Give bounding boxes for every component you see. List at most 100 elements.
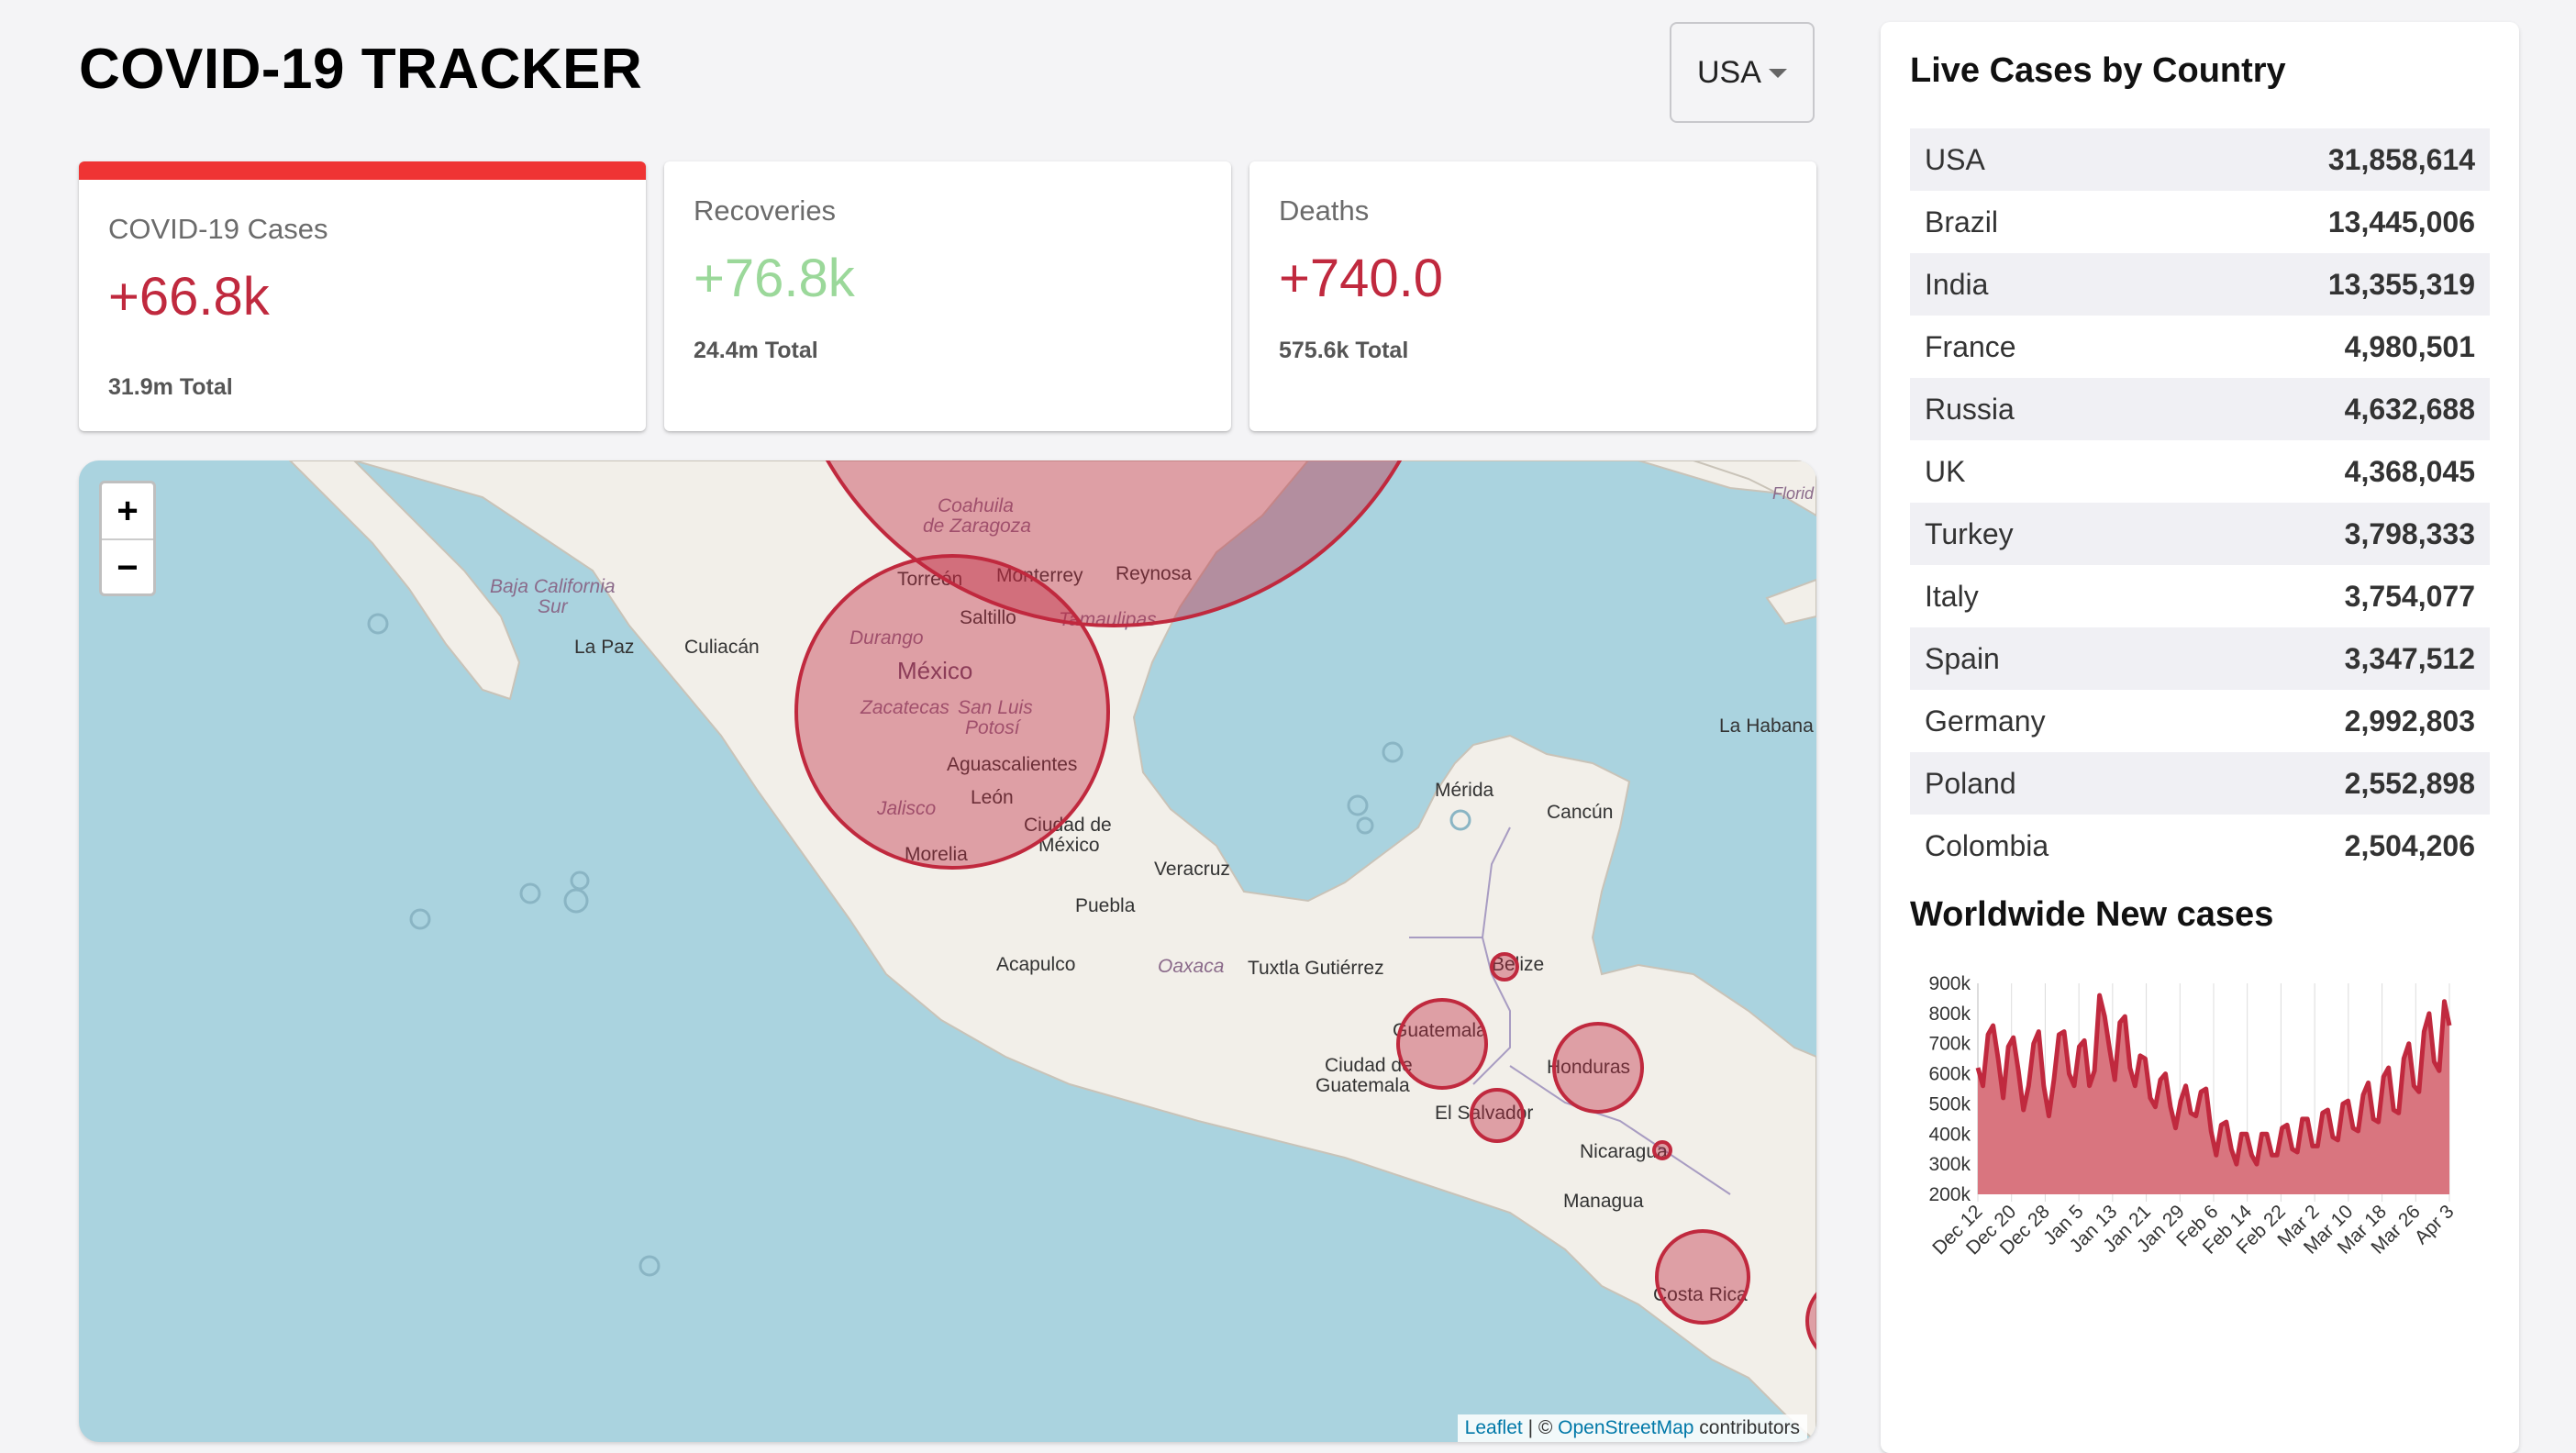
country-name: Russia bbox=[1925, 392, 2015, 426]
country-cases: 31,858,614 bbox=[2327, 142, 2475, 176]
deaths-card-value: +740.0 bbox=[1279, 249, 1444, 308]
recoveries-card-value: +76.8k bbox=[694, 249, 855, 308]
country-cases: 13,355,319 bbox=[2327, 267, 2475, 301]
country-cases: 2,504,206 bbox=[2344, 828, 2475, 862]
country-cases: 4,368,045 bbox=[2344, 454, 2475, 488]
table-row: Colombia 2,504,206 bbox=[1910, 815, 2490, 877]
map-canvas[interactable]: Coahuila de Zaragoza Baja California Sur… bbox=[79, 460, 1816, 1442]
table-row: Turkey 3,798,333 bbox=[1910, 503, 2490, 565]
country-cases: 13,445,006 bbox=[2327, 205, 2475, 238]
country-name: India bbox=[1925, 267, 1989, 301]
country-name: Italy bbox=[1925, 579, 1979, 613]
island-marker bbox=[1347, 794, 1369, 816]
country-cases: 4,632,688 bbox=[2344, 392, 2475, 426]
country-name: USA bbox=[1925, 142, 1985, 176]
deaths-card[interactable]: Deaths +740.0 575.6k Total bbox=[1249, 161, 1816, 431]
country-table: USA 31,858,614 Brazil 13,445,006 India 13,3… bbox=[1910, 128, 2490, 877]
deaths-card-title: Deaths bbox=[1279, 194, 1370, 227]
country-cases: 4,980,501 bbox=[2344, 329, 2475, 363]
nicaragua-case-circle[interactable] bbox=[1652, 1140, 1672, 1160]
island-marker bbox=[638, 1255, 661, 1277]
table-row: Italy 3,754,077 bbox=[1910, 565, 2490, 627]
map-label: Cancún bbox=[1547, 802, 1613, 823]
leaflet-link[interactable]: Leaflet bbox=[1465, 1417, 1523, 1438]
table-row: Germany 2,992,803 bbox=[1910, 690, 2490, 752]
island-marker bbox=[409, 908, 431, 930]
table-row: UK 4,368,045 bbox=[1910, 440, 2490, 503]
y-tick-label: 500k bbox=[1928, 1093, 1971, 1115]
map-label: La Habana bbox=[1719, 715, 1814, 737]
y-tick-label: 700k bbox=[1928, 1034, 1971, 1055]
country-cases: 3,347,512 bbox=[2344, 641, 2475, 675]
y-tick-label: 400k bbox=[1928, 1124, 1971, 1145]
y-tick-label: 200k bbox=[1928, 1184, 1971, 1205]
country-cases: 3,754,077 bbox=[2344, 579, 2475, 613]
y-tick-label: 300k bbox=[1928, 1154, 1971, 1175]
table-row: Russia 4,632,688 bbox=[1910, 378, 2490, 440]
table-row: India 13,355,319 bbox=[1910, 253, 2490, 316]
recoveries-card-total: 24.4m Total bbox=[694, 338, 818, 363]
table-row: Poland 2,552,898 bbox=[1910, 752, 2490, 815]
worldwide-chart-svg: 200k300k400k500k600k700k800k900kDec 12De… bbox=[1928, 973, 2459, 1259]
map-label: Managua bbox=[1563, 1191, 1644, 1212]
country-name: Germany bbox=[1925, 704, 2046, 738]
country-name: UK bbox=[1925, 454, 1966, 488]
map-label: Puebla bbox=[1075, 895, 1136, 916]
el-salvador-case-circle[interactable] bbox=[1470, 1088, 1525, 1143]
recoveries-card-title: Recoveries bbox=[694, 194, 837, 227]
zoom-control: + − bbox=[99, 481, 156, 596]
map[interactable]: Coahuila de Zaragoza Baja California Sur… bbox=[79, 460, 1816, 1442]
island-marker bbox=[570, 871, 590, 891]
island-marker bbox=[563, 888, 589, 914]
x-tick-label: Apr 3 bbox=[2411, 1201, 2459, 1248]
cases-card[interactable]: COVID-19 Cases +66.8k 31.9m Total bbox=[79, 161, 646, 431]
guatemala-case-circle[interactable] bbox=[1396, 998, 1488, 1090]
country-cases: 2,992,803 bbox=[2344, 704, 2475, 738]
map-label: Florid bbox=[1772, 484, 1815, 503]
map-label: Baja California bbox=[490, 576, 616, 597]
deaths-card-total: 575.6k Total bbox=[1279, 338, 1409, 363]
country-name: Colombia bbox=[1925, 828, 2049, 862]
worldwide-chart-title: Worldwide New cases bbox=[1910, 895, 2274, 934]
app-title: COVID-19 TRACKER bbox=[79, 38, 643, 101]
cases-card-value: +66.8k bbox=[108, 267, 270, 327]
table-row: Spain 3,347,512 bbox=[1910, 627, 2490, 690]
country-select[interactable]: USA bbox=[1670, 22, 1815, 123]
map-label: Mérida bbox=[1435, 780, 1494, 801]
country-name: Poland bbox=[1925, 766, 2016, 800]
country-name: Brazil bbox=[1925, 205, 1999, 238]
map-label: Oaxaca bbox=[1158, 956, 1224, 977]
zoom-in-button[interactable]: + bbox=[102, 483, 153, 540]
y-tick-label: 600k bbox=[1928, 1064, 1971, 1085]
worldwide-chart: 200k 300k 400k 500k 600k 700k 800k 900k Dec 12 De… bbox=[1899, 967, 2486, 1283]
honduras-case-circle[interactable] bbox=[1552, 1022, 1644, 1114]
map-label: Culiacán bbox=[684, 637, 760, 658]
y-tick-label: 900k bbox=[1928, 973, 1971, 994]
country-name: Spain bbox=[1925, 641, 2000, 675]
map-label: México bbox=[1038, 835, 1100, 856]
island-marker bbox=[367, 613, 389, 635]
land-cuba bbox=[1765, 578, 1816, 626]
osm-link[interactable]: OpenStreetMap bbox=[1558, 1417, 1693, 1438]
y-tick-label: 800k bbox=[1928, 1004, 1971, 1025]
mexico-case-circle[interactable] bbox=[794, 554, 1110, 870]
recoveries-card[interactable]: Recoveries +76.8k 24.4m Total bbox=[664, 161, 1231, 431]
belize-case-circle[interactable] bbox=[1490, 952, 1519, 982]
cases-card-total: 31.9m Total bbox=[108, 374, 233, 400]
map-label: La Paz bbox=[574, 637, 634, 658]
country-select-value: USA bbox=[1697, 54, 1761, 90]
country-name: Turkey bbox=[1925, 516, 2014, 550]
zoom-out-button[interactable]: − bbox=[102, 540, 153, 593]
sidebar: Live Cases by Country USA 31,858,614 Braz… bbox=[1881, 22, 2519, 1453]
country-cases: 3,798,333 bbox=[2344, 516, 2475, 550]
chevron-down-icon bbox=[1769, 69, 1787, 78]
map-attribution: Leaflet | © OpenStreetMap contributors bbox=[1457, 1414, 1807, 1442]
map-label: Veracruz bbox=[1154, 859, 1230, 880]
table-row: Brazil 13,445,006 bbox=[1910, 191, 2490, 253]
attribution-contributors: contributors bbox=[1693, 1417, 1800, 1438]
map-label: Acapulco bbox=[996, 954, 1075, 975]
cases-card-title: COVID-19 Cases bbox=[108, 213, 328, 245]
country-cases: 2,552,898 bbox=[2344, 766, 2475, 800]
costa-rica-case-circle[interactable] bbox=[1655, 1229, 1750, 1325]
table-row: France 4,980,501 bbox=[1910, 316, 2490, 378]
